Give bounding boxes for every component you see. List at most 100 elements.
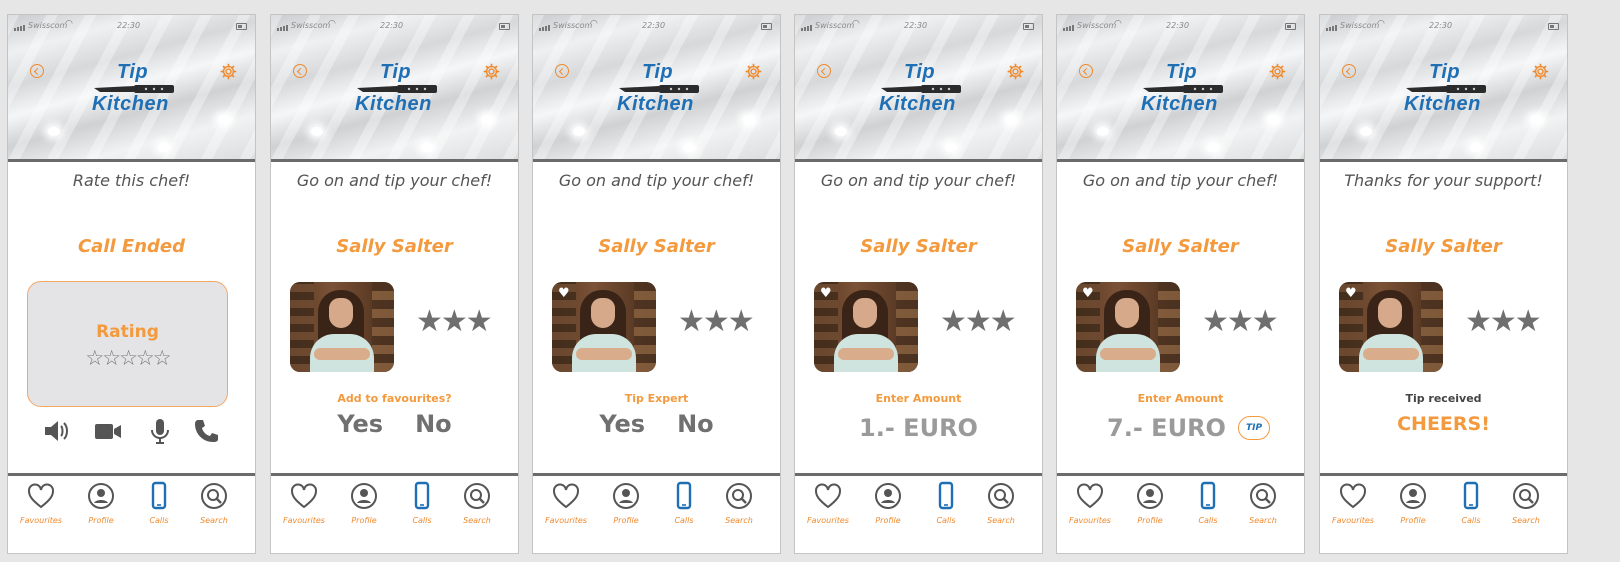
- tab-profile[interactable]: Profile: [339, 481, 389, 525]
- profile-icon: [1400, 483, 1426, 509]
- prompt-question: Tip Expert: [624, 392, 689, 405]
- cheers-label: CHEERS!: [1397, 413, 1490, 435]
- clock-label: 22:30: [1166, 21, 1190, 30]
- settings-gear-icon[interactable]: [1007, 63, 1024, 80]
- tab-calls[interactable]: Calls: [659, 481, 709, 525]
- phone-device-icon: [414, 481, 430, 510]
- tip-kitchen-logo: Tip Kitchen: [609, 61, 709, 115]
- tab-label: Calls: [149, 516, 169, 525]
- chef-photo: ♥: [814, 282, 918, 372]
- phone-device-icon: [1200, 481, 1216, 510]
- tab-profile[interactable]: Profile: [1125, 481, 1175, 525]
- tab-favourites[interactable]: Favourites: [1328, 481, 1378, 525]
- back-icon[interactable]: [293, 64, 307, 78]
- screen-headline: Thanks for your support!: [1344, 171, 1543, 190]
- phone-icon[interactable]: [192, 417, 220, 445]
- yes-no-choice: Yes No: [533, 410, 780, 438]
- search-icon: [1513, 483, 1539, 509]
- tab-search[interactable]: Search: [189, 481, 239, 525]
- phone-device-icon: [676, 481, 692, 510]
- tab-calls[interactable]: Calls: [134, 481, 184, 525]
- status-bar: Swisscom ◠ 22:30: [795, 19, 1042, 33]
- tab-profile[interactable]: Profile: [76, 481, 126, 525]
- settings-gear-icon[interactable]: [220, 63, 237, 80]
- tab-label: Search: [463, 516, 491, 525]
- tab-favourites[interactable]: Favourites: [1065, 481, 1115, 525]
- back-icon[interactable]: [30, 64, 44, 78]
- logo-line1: Tip: [1166, 61, 1198, 83]
- yes-button[interactable]: Yes: [599, 410, 645, 438]
- tab-search[interactable]: Search: [976, 481, 1026, 525]
- chef-name: Sally Salter: [860, 236, 977, 257]
- tab-calls[interactable]: Calls: [1183, 481, 1233, 525]
- profile-icon: [351, 483, 377, 509]
- tab-search[interactable]: Search: [714, 481, 764, 525]
- chef-rating-stars: ★★★: [1202, 304, 1279, 339]
- settings-gear-icon[interactable]: [483, 63, 500, 80]
- logo-line2: Kitchen: [1141, 93, 1218, 115]
- no-button[interactable]: No: [415, 410, 452, 438]
- prompt-question: Enter Amount: [875, 392, 962, 405]
- settings-gear-icon[interactable]: [745, 63, 762, 80]
- chef-name: Sally Salter: [1122, 236, 1239, 257]
- tab-favourites[interactable]: Favourites: [803, 481, 853, 525]
- chef-name: Sally Salter: [598, 236, 715, 257]
- clock-label: 22:30: [642, 21, 666, 30]
- back-icon[interactable]: [555, 64, 569, 78]
- screen-headline: Go on and tip your chef!: [558, 171, 755, 190]
- tab-favourites[interactable]: Favourites: [16, 481, 66, 525]
- battery-icon: [499, 23, 510, 30]
- screen-headline: Rate this chef!: [72, 171, 191, 190]
- phone-screen-2: Swisscom ◠ 22:30 Tip Kitchen Go on and t…: [532, 14, 781, 554]
- tab-calls[interactable]: Calls: [921, 481, 971, 525]
- header-hero: Swisscom ◠ 22:30 Tip Kitchen: [795, 15, 1042, 162]
- phone-screen-1: Swisscom ◠ 22:30 Tip Kitchen Go on and t…: [270, 14, 519, 554]
- screen-headline: Go on and tip your chef!: [296, 171, 493, 190]
- signal-icon: [14, 22, 26, 31]
- tab-label: Search: [987, 516, 1015, 525]
- microphone-icon[interactable]: [146, 417, 174, 445]
- tab-search[interactable]: Search: [1238, 481, 1288, 525]
- phone-screen-4: Swisscom ◠ 22:30 Tip Kitchen Go on and t…: [1056, 14, 1305, 554]
- bottom-tab-bar: Favourites Profile Calls Search: [8, 481, 255, 541]
- heart-icon: [553, 483, 579, 509]
- phone-screen-3: Swisscom ◠ 22:30 Tip Kitchen Go on and t…: [794, 14, 1043, 554]
- phone-device-icon: [151, 481, 167, 510]
- screen-headline: Go on and tip your chef!: [820, 171, 1017, 190]
- tip-amount-input[interactable]: 1.- EURO: [795, 414, 1042, 442]
- back-icon[interactable]: [1342, 64, 1356, 78]
- prompt-question: Enter Amount: [1137, 392, 1224, 405]
- wifi-icon: ◠: [328, 19, 336, 29]
- tab-favourites[interactable]: Favourites: [279, 481, 329, 525]
- chef-name: Sally Salter: [336, 236, 453, 257]
- tab-profile[interactable]: Profile: [863, 481, 913, 525]
- tab-label: Favourites: [1332, 516, 1374, 525]
- back-icon[interactable]: [1079, 64, 1093, 78]
- rating-stars-input[interactable]: ☆☆☆☆☆: [28, 346, 227, 370]
- profile-icon: [613, 483, 639, 509]
- settings-gear-icon[interactable]: [1532, 63, 1549, 80]
- tab-search[interactable]: Search: [1501, 481, 1551, 525]
- no-button[interactable]: No: [677, 410, 714, 438]
- header-hero: Swisscom ◠ 22:30 Tip Kitchen: [271, 15, 518, 162]
- tab-search[interactable]: Search: [452, 481, 502, 525]
- tab-calls[interactable]: Calls: [1446, 481, 1496, 525]
- heart-icon: [1077, 483, 1103, 509]
- speaker-icon[interactable]: [42, 417, 70, 445]
- heart-icon: [28, 483, 54, 509]
- back-icon[interactable]: [817, 64, 831, 78]
- yes-button[interactable]: Yes: [337, 410, 383, 438]
- settings-gear-icon[interactable]: [1269, 63, 1286, 80]
- tab-profile[interactable]: Profile: [1388, 481, 1438, 525]
- tip-kitchen-logo: Tip Kitchen: [347, 61, 447, 115]
- tab-profile[interactable]: Profile: [601, 481, 651, 525]
- tip-submit-button[interactable]: TIP: [1238, 416, 1270, 440]
- call-status-title: Call Ended: [77, 236, 186, 257]
- video-camera-icon[interactable]: [94, 417, 122, 445]
- logo-line2: Kitchen: [617, 93, 694, 115]
- tab-favourites[interactable]: Favourites: [541, 481, 591, 525]
- tab-label: Favourites: [20, 516, 62, 525]
- tab-calls[interactable]: Calls: [397, 481, 447, 525]
- signal-icon: [539, 22, 551, 31]
- battery-icon: [236, 23, 247, 30]
